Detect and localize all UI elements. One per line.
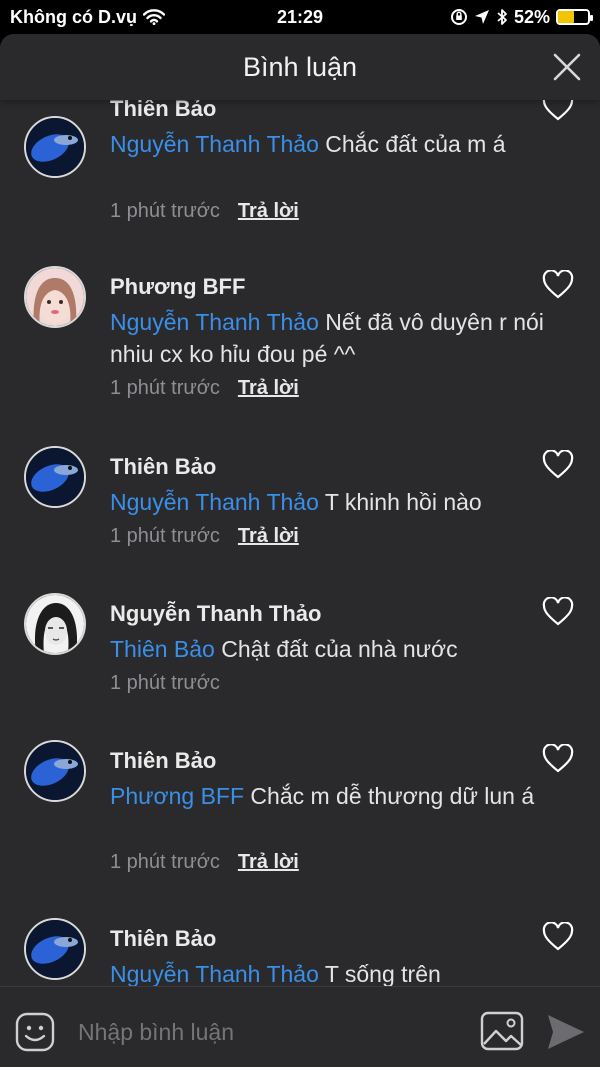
- comment-time: 1 phút trước: [110, 200, 220, 222]
- close-icon[interactable]: [550, 50, 584, 84]
- reply-button[interactable]: Trả lời: [238, 377, 299, 399]
- image-icon[interactable]: [480, 1011, 524, 1051]
- comment-text: Nguyễn Thanh Thảo T sống trên: [110, 958, 550, 986]
- comment-time: 1 phút trước: [110, 851, 220, 873]
- comment-text: Phương BFF Chắc m dễ thương dữ lun á: [110, 780, 550, 812]
- comment-list[interactable]: Thiên Bảo Nguyễn Thanh Thảo Chắc đất của…: [0, 34, 600, 986]
- comment-body: Chật đất của nhà nước: [214, 636, 458, 662]
- sheet-header: Bình luận: [0, 34, 600, 100]
- comment-mention[interactable]: Phương BFF: [110, 783, 244, 809]
- status-bar: Không có D.vụ 21:29 52%: [0, 0, 600, 34]
- heart-icon[interactable]: [542, 270, 574, 300]
- comment-body: T khinh hồi nào: [318, 489, 482, 515]
- avatar[interactable]: [24, 266, 86, 328]
- comment-mention[interactable]: Nguyễn Thanh Thảo: [110, 131, 319, 157]
- comment-time: 1 phút trước: [110, 672, 220, 694]
- comment-text: Nguyễn Thanh Thảo T khinh hồi nào: [110, 486, 550, 518]
- comment-text: Thiên Bảo Chật đất của nhà nước: [110, 633, 550, 665]
- comment-author[interactable]: Thiên Bảo: [110, 926, 216, 952]
- battery-level: [558, 11, 574, 23]
- comment-meta: 1 phút trước Trả lời: [110, 377, 299, 400]
- send-icon[interactable]: [544, 1011, 586, 1053]
- heart-icon[interactable]: [542, 922, 574, 952]
- comment-author[interactable]: Nguyễn Thanh Thảo: [110, 601, 321, 627]
- wifi-icon: [143, 9, 165, 25]
- comment-body: Chắc đất của m á: [318, 131, 506, 157]
- carrier-label: Không có D.vụ: [10, 6, 137, 27]
- heart-icon[interactable]: [542, 450, 574, 480]
- avatar[interactable]: [24, 446, 86, 508]
- comment-meta: 1 phút trước: [110, 672, 220, 695]
- comment-author[interactable]: Thiên Bảo: [110, 454, 216, 480]
- comment-author[interactable]: Phương BFF: [110, 274, 245, 300]
- heart-icon[interactable]: [542, 597, 574, 627]
- comment-author[interactable]: Thiên Bảo: [110, 748, 216, 774]
- comment-time: 1 phút trước: [110, 377, 220, 399]
- orientation-lock-icon: [450, 9, 467, 25]
- comment-text: Nguyễn Thanh Thảo Nết đã vô duyên r nói …: [110, 306, 550, 370]
- comment-input-bar: [0, 986, 600, 1067]
- bluetooth-icon: [497, 9, 507, 25]
- emoji-icon[interactable]: [14, 1011, 56, 1053]
- reply-button[interactable]: Trả lời: [238, 525, 299, 547]
- battery-icon: [556, 9, 593, 25]
- comment-mention[interactable]: Thiên Bảo: [110, 636, 215, 662]
- comment-text: Nguyễn Thanh Thảo Chắc đất của m á: [110, 128, 550, 160]
- reply-button[interactable]: Trả lời: [238, 851, 299, 873]
- comments-sheet: Thiên Bảo Nguyễn Thanh Thảo Chắc đất của…: [0, 34, 600, 1067]
- battery-percent: 52%: [513, 6, 550, 27]
- reply-button[interactable]: Trả lời: [238, 200, 299, 222]
- comment-body: Chắc m dễ thương dữ lun á: [244, 783, 535, 809]
- comment-mention[interactable]: Nguyễn Thanh Thảo: [110, 489, 319, 515]
- comment-mention[interactable]: Nguyễn Thanh Thảo: [110, 961, 319, 986]
- avatar[interactable]: [24, 593, 86, 655]
- avatar[interactable]: [24, 116, 86, 178]
- page-title: Bình luận: [242, 52, 358, 82]
- comment-mention[interactable]: Nguyễn Thanh Thảo: [110, 309, 319, 335]
- comment-input[interactable]: [78, 1014, 458, 1050]
- comment-time: 1 phút trước: [110, 525, 220, 547]
- avatar[interactable]: [24, 918, 86, 980]
- comment-body: T sống trên: [318, 961, 441, 986]
- heart-icon[interactable]: [542, 744, 574, 774]
- comment-meta: 1 phút trước Trả lời: [110, 525, 299, 548]
- comment-meta: 1 phút trước Trả lời: [110, 200, 299, 223]
- location-icon: [474, 10, 489, 24]
- avatar[interactable]: [24, 740, 86, 802]
- comment-meta: 1 phút trước Trả lời: [110, 851, 299, 874]
